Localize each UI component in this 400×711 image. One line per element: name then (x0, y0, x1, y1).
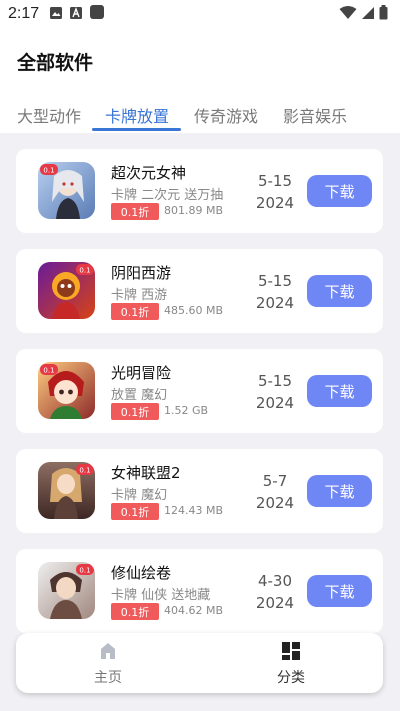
app-icon (89, 4, 105, 24)
release-date-day: 5-15 (257, 172, 293, 190)
bottom-nav: 主页 分类 (16, 633, 383, 693)
active-tab-indicator (92, 128, 181, 131)
app-tags: 卡牌 魔幻 (111, 488, 168, 503)
app-name: 阴阳西游 (111, 264, 172, 282)
svg-text:0.1: 0.1 (43, 367, 54, 375)
battery-icon (379, 4, 388, 24)
nav-category-label: 分类 (277, 670, 305, 686)
svg-text:0.1: 0.1 (79, 267, 90, 275)
release-date-day: 5-15 (257, 372, 293, 390)
app-icon-image: 0.1 (38, 162, 95, 219)
nav-category[interactable]: 分类 (251, 641, 331, 687)
wifi-icon (339, 5, 357, 24)
release-date-year: 2024 (255, 494, 295, 512)
tab-media[interactable]: 影音娱乐 (283, 103, 347, 127)
app-icon-image: 0.1 (38, 362, 95, 419)
release-date-day: 5-15 (257, 272, 293, 290)
app-tags: 卡牌 西游 (111, 288, 168, 303)
app-card[interactable]: 0.1 修仙绘卷 卡牌 仙侠 送地藏 0.1折 404.62 MB 4-30 2… (16, 549, 383, 633)
app-card[interactable]: 0.1 阴阳西游 卡牌 西游 0.1折 485.60 MB 5-15 2024 … (16, 249, 383, 333)
discount-badge: 0.1折 (111, 603, 159, 620)
app-tags: 放置 魔幻 (111, 388, 168, 403)
download-button[interactable]: 下载 (307, 475, 372, 507)
status-time: 2:17 (8, 5, 40, 22)
app-name: 超次元女神 (111, 164, 187, 182)
signal-icon (361, 5, 375, 24)
release-date: 5-15 2024 (254, 370, 296, 414)
text-a-icon (69, 5, 83, 24)
release-date-year: 2024 (255, 194, 295, 212)
app-tags: 卡牌 二次元 送万抽 (111, 188, 224, 203)
category-tabs: 大型动作 卡牌放置 传奇游戏 影音娱乐 (0, 98, 400, 132)
download-button[interactable]: 下载 (307, 175, 372, 207)
app-list[interactable]: 0.1 超次元女神 卡牌 二次元 送万抽 0.1折 801.89 MB 5-15… (0, 133, 400, 711)
download-button[interactable]: 下载 (307, 575, 372, 607)
tab-legend[interactable]: 传奇游戏 (194, 103, 258, 127)
image-icon (49, 5, 63, 24)
svg-text:0.1: 0.1 (79, 467, 90, 475)
app-icon-image: 0.1 (38, 462, 95, 519)
page-title: 全部软件 (17, 52, 94, 74)
nav-home[interactable]: 主页 (68, 641, 148, 687)
release-date-day: 4-30 (257, 572, 293, 590)
svg-text:0.1: 0.1 (79, 567, 90, 575)
app-size: 485.60 MB (164, 304, 224, 317)
release-date-day: 5-7 (262, 472, 288, 490)
app-size: 124.43 MB (164, 504, 224, 517)
discount-badge: 0.1折 (111, 203, 159, 220)
download-button[interactable]: 下载 (307, 375, 372, 407)
nav-home-label: 主页 (94, 670, 122, 686)
app-card[interactable]: 0.1 光明冒险 放置 魔幻 0.1折 1.52 GB 5-15 2024 下载 (16, 349, 383, 433)
app-card[interactable]: 0.1 女神联盟2 卡牌 魔幻 0.1折 124.43 MB 5-7 2024 … (16, 449, 383, 533)
release-date: 4-30 2024 (254, 570, 296, 614)
category-icon (281, 642, 301, 665)
app-card[interactable]: 0.1 超次元女神 卡牌 二次元 送万抽 0.1折 801.89 MB 5-15… (16, 149, 383, 233)
release-date-year: 2024 (255, 394, 295, 412)
tab-card-idle[interactable]: 卡牌放置 (105, 103, 169, 127)
download-button[interactable]: 下载 (307, 275, 372, 307)
home-icon (98, 643, 118, 665)
app-name: 光明冒险 (111, 364, 172, 382)
release-date: 5-7 2024 (254, 470, 296, 514)
release-date-year: 2024 (255, 294, 295, 312)
app-icon-image: 0.1 (38, 262, 95, 319)
tab-action[interactable]: 大型动作 (17, 103, 81, 127)
app-tags: 卡牌 仙侠 送地藏 (111, 588, 211, 603)
discount-badge: 0.1折 (111, 503, 159, 520)
release-date-year: 2024 (255, 594, 295, 612)
app-name: 修仙绘卷 (111, 564, 172, 582)
app-size: 1.52 GB (164, 404, 209, 417)
svg-text:0.1: 0.1 (43, 167, 54, 175)
release-date: 5-15 2024 (254, 170, 296, 214)
status-bar: 2:17 (0, 0, 400, 28)
discount-badge: 0.1折 (111, 303, 159, 320)
release-date: 5-15 2024 (254, 270, 296, 314)
app-name: 女神联盟2 (111, 464, 181, 482)
app-size: 404.62 MB (164, 604, 224, 617)
app-size: 801.89 MB (164, 204, 224, 217)
discount-badge: 0.1折 (111, 403, 159, 420)
app-icon-image: 0.1 (38, 562, 95, 619)
